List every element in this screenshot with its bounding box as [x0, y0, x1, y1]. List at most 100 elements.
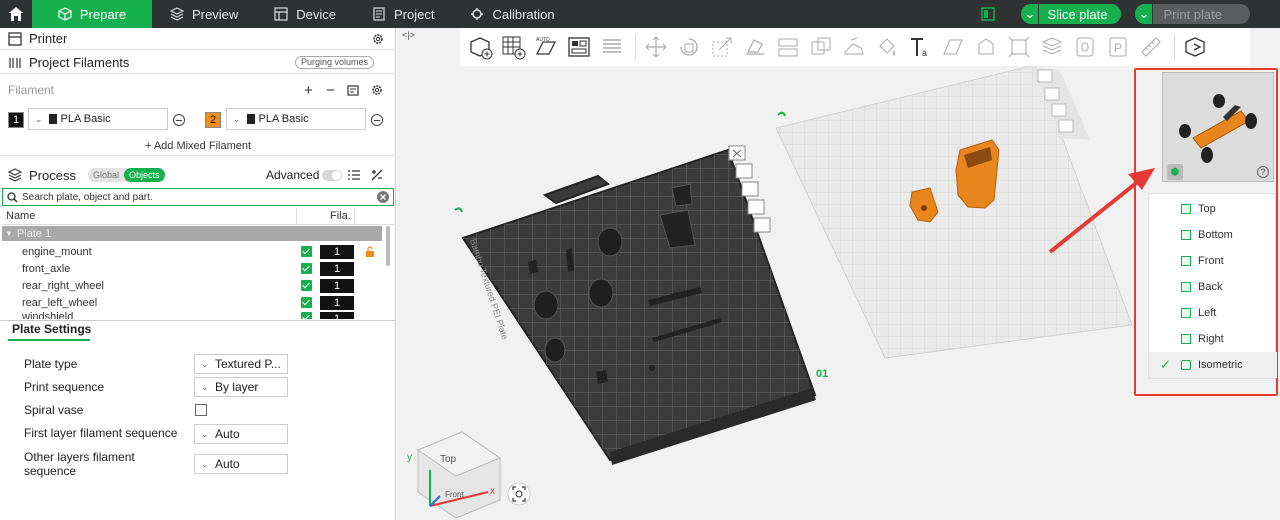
- global-option[interactable]: Global: [88, 168, 124, 182]
- panel-toggle-icon[interactable]: [981, 7, 996, 21]
- view-left-item[interactable]: Left: [1149, 300, 1277, 326]
- fit-view-icon[interactable]: [507, 482, 531, 506]
- tab-project[interactable]: Project: [354, 0, 452, 28]
- view-isometric-item[interactable]: ✓ Isometric: [1149, 352, 1277, 378]
- visible-checkbox[interactable]: [301, 246, 312, 257]
- view-front-item[interactable]: Front: [1149, 248, 1277, 274]
- visible-checkbox[interactable]: [301, 280, 312, 291]
- edit-plate-icon[interactable]: [777, 111, 786, 117]
- lay-on-face-icon[interactable]: [742, 34, 768, 60]
- help-icon[interactable]: ?: [1257, 166, 1269, 178]
- gear-icon[interactable]: [371, 84, 383, 96]
- list-icon[interactable]: [348, 170, 360, 180]
- column-name[interactable]: Name: [6, 210, 35, 222]
- empty-plate[interactable]: [775, 64, 1133, 359]
- search-input[interactable]: Search plate, object and part.: [2, 188, 394, 206]
- table-row[interactable]: windshield 1: [22, 311, 382, 319]
- home-button[interactable]: [0, 0, 32, 28]
- edit-filament-icon[interactable]: [173, 114, 185, 126]
- table-row[interactable]: rear_left_wheel 1: [22, 294, 382, 311]
- filament-index[interactable]: 1: [320, 261, 354, 276]
- first-layer-sequence-select[interactable]: ⌄ Auto: [194, 424, 288, 444]
- add-object-icon[interactable]: [467, 34, 493, 60]
- print-plate-label: Print plate: [1163, 6, 1222, 22]
- view-top-item[interactable]: Top: [1149, 196, 1277, 222]
- tab-device[interactable]: Device: [256, 0, 354, 28]
- filament-index[interactable]: 1: [320, 278, 354, 293]
- tab-calibration[interactable]: Calibration: [452, 0, 572, 28]
- filament-select[interactable]: ⌄ PLA Basic: [226, 108, 366, 130]
- collapse-sidebar-icon[interactable]: <|>: [402, 30, 415, 40]
- assembly-icon[interactable]: [1006, 34, 1032, 60]
- svg-icon[interactable]: [940, 34, 966, 60]
- slice-plate-button[interactable]: ⌄ Slice plate: [1021, 4, 1122, 24]
- process-scope-toggle[interactable]: Global Objects: [87, 168, 165, 182]
- visible-checkbox[interactable]: [301, 312, 312, 319]
- view-back-item[interactable]: Back: [1149, 274, 1277, 300]
- chevron-down-icon: ⌄: [35, 113, 43, 124]
- arrange-icon[interactable]: [566, 34, 592, 60]
- split-icon[interactable]: [599, 34, 625, 60]
- filament-index[interactable]: 1: [320, 295, 354, 310]
- cut-icon[interactable]: [775, 34, 801, 60]
- chevron-down-icon[interactable]: ⌄: [1135, 4, 1154, 24]
- sync-icon[interactable]: [347, 84, 360, 97]
- add-filament-icon[interactable]: +: [304, 82, 313, 99]
- measure-icon[interactable]: [973, 34, 999, 60]
- visible-checkbox[interactable]: [301, 297, 312, 308]
- build-plate[interactable]: Bambu Textured PEI Plate: [461, 148, 817, 465]
- filament-number[interactable]: 1: [8, 112, 24, 128]
- other-layers-sequence-select[interactable]: ⌄ Auto: [194, 454, 288, 474]
- variable-layer-icon[interactable]: [1039, 34, 1065, 60]
- plate-row[interactable]: ▼ Plate 1: [2, 226, 382, 241]
- plate-type-select[interactable]: ⌄ Textured P...: [194, 354, 288, 374]
- chevron-down-icon[interactable]: ⌄: [1021, 4, 1040, 24]
- view-right-item[interactable]: Right: [1149, 326, 1277, 352]
- advanced-switch[interactable]: [322, 169, 342, 181]
- edit-filament-icon[interactable]: [371, 114, 383, 126]
- view-bottom-item[interactable]: Bottom: [1149, 222, 1277, 248]
- table-row[interactable]: engine_mount 1: [22, 243, 382, 260]
- visible-checkbox[interactable]: [301, 263, 312, 274]
- filament-index[interactable]: 1: [320, 244, 354, 259]
- clear-icon[interactable]: [377, 191, 389, 203]
- objects-option[interactable]: Objects: [123, 168, 165, 182]
- move-icon[interactable]: [643, 34, 669, 60]
- cube-icon[interactable]: ⬢: [1167, 164, 1183, 180]
- view-panel-icon[interactable]: [1182, 34, 1208, 60]
- table-row[interactable]: front_axle 1: [22, 260, 382, 277]
- filament-number[interactable]: 2: [205, 112, 221, 128]
- spiral-vase-checkbox[interactable]: [195, 404, 207, 416]
- support-paint-icon[interactable]: [841, 34, 867, 60]
- printer-section-header[interactable]: Printer: [0, 28, 396, 50]
- column-fila[interactable]: Fila.: [330, 210, 351, 222]
- gear-icon[interactable]: [372, 33, 384, 45]
- table-row[interactable]: rear_right_wheel 1: [22, 277, 382, 294]
- tab-preview[interactable]: Preview: [152, 0, 256, 28]
- scrollbar[interactable]: [386, 226, 390, 266]
- ruler-icon[interactable]: [1138, 34, 1164, 60]
- expand-icon[interactable]: ▼: [5, 229, 13, 238]
- remove-filament-icon[interactable]: −: [326, 82, 335, 99]
- auto-orient-icon[interactable]: AUTO: [533, 34, 559, 60]
- tab-prepare[interactable]: Prepare: [32, 0, 152, 28]
- view-preview[interactable]: ⬢ ?: [1162, 72, 1274, 182]
- add-mixed-filament-button[interactable]: + Add Mixed Filament: [0, 136, 396, 156]
- rotate-icon[interactable]: [676, 34, 702, 60]
- compare-icon[interactable]: [371, 169, 383, 181]
- print-plate-button[interactable]: ⌄ Print plate: [1135, 4, 1250, 24]
- seam-icon[interactable]: [1072, 34, 1098, 60]
- unlock-icon[interactable]: [365, 246, 375, 257]
- filament-select[interactable]: ⌄ PLA Basic: [28, 108, 168, 130]
- edit-plate-icon[interactable]: [454, 207, 463, 213]
- mesh-boolean-icon[interactable]: [808, 34, 834, 60]
- text-icon[interactable]: a: [907, 34, 933, 60]
- plate-settings-icon[interactable]: P: [1105, 34, 1131, 60]
- purging-volumes-button[interactable]: Purging volumes: [294, 56, 374, 69]
- color-paint-icon[interactable]: [874, 34, 900, 60]
- scale-icon[interactable]: [709, 34, 735, 60]
- filament-index[interactable]: 1: [320, 312, 354, 319]
- view-cube[interactable]: Top Front y x: [407, 431, 502, 519]
- add-plate-icon[interactable]: [500, 34, 526, 60]
- print-sequence-select[interactable]: ⌄ By layer: [194, 377, 288, 397]
